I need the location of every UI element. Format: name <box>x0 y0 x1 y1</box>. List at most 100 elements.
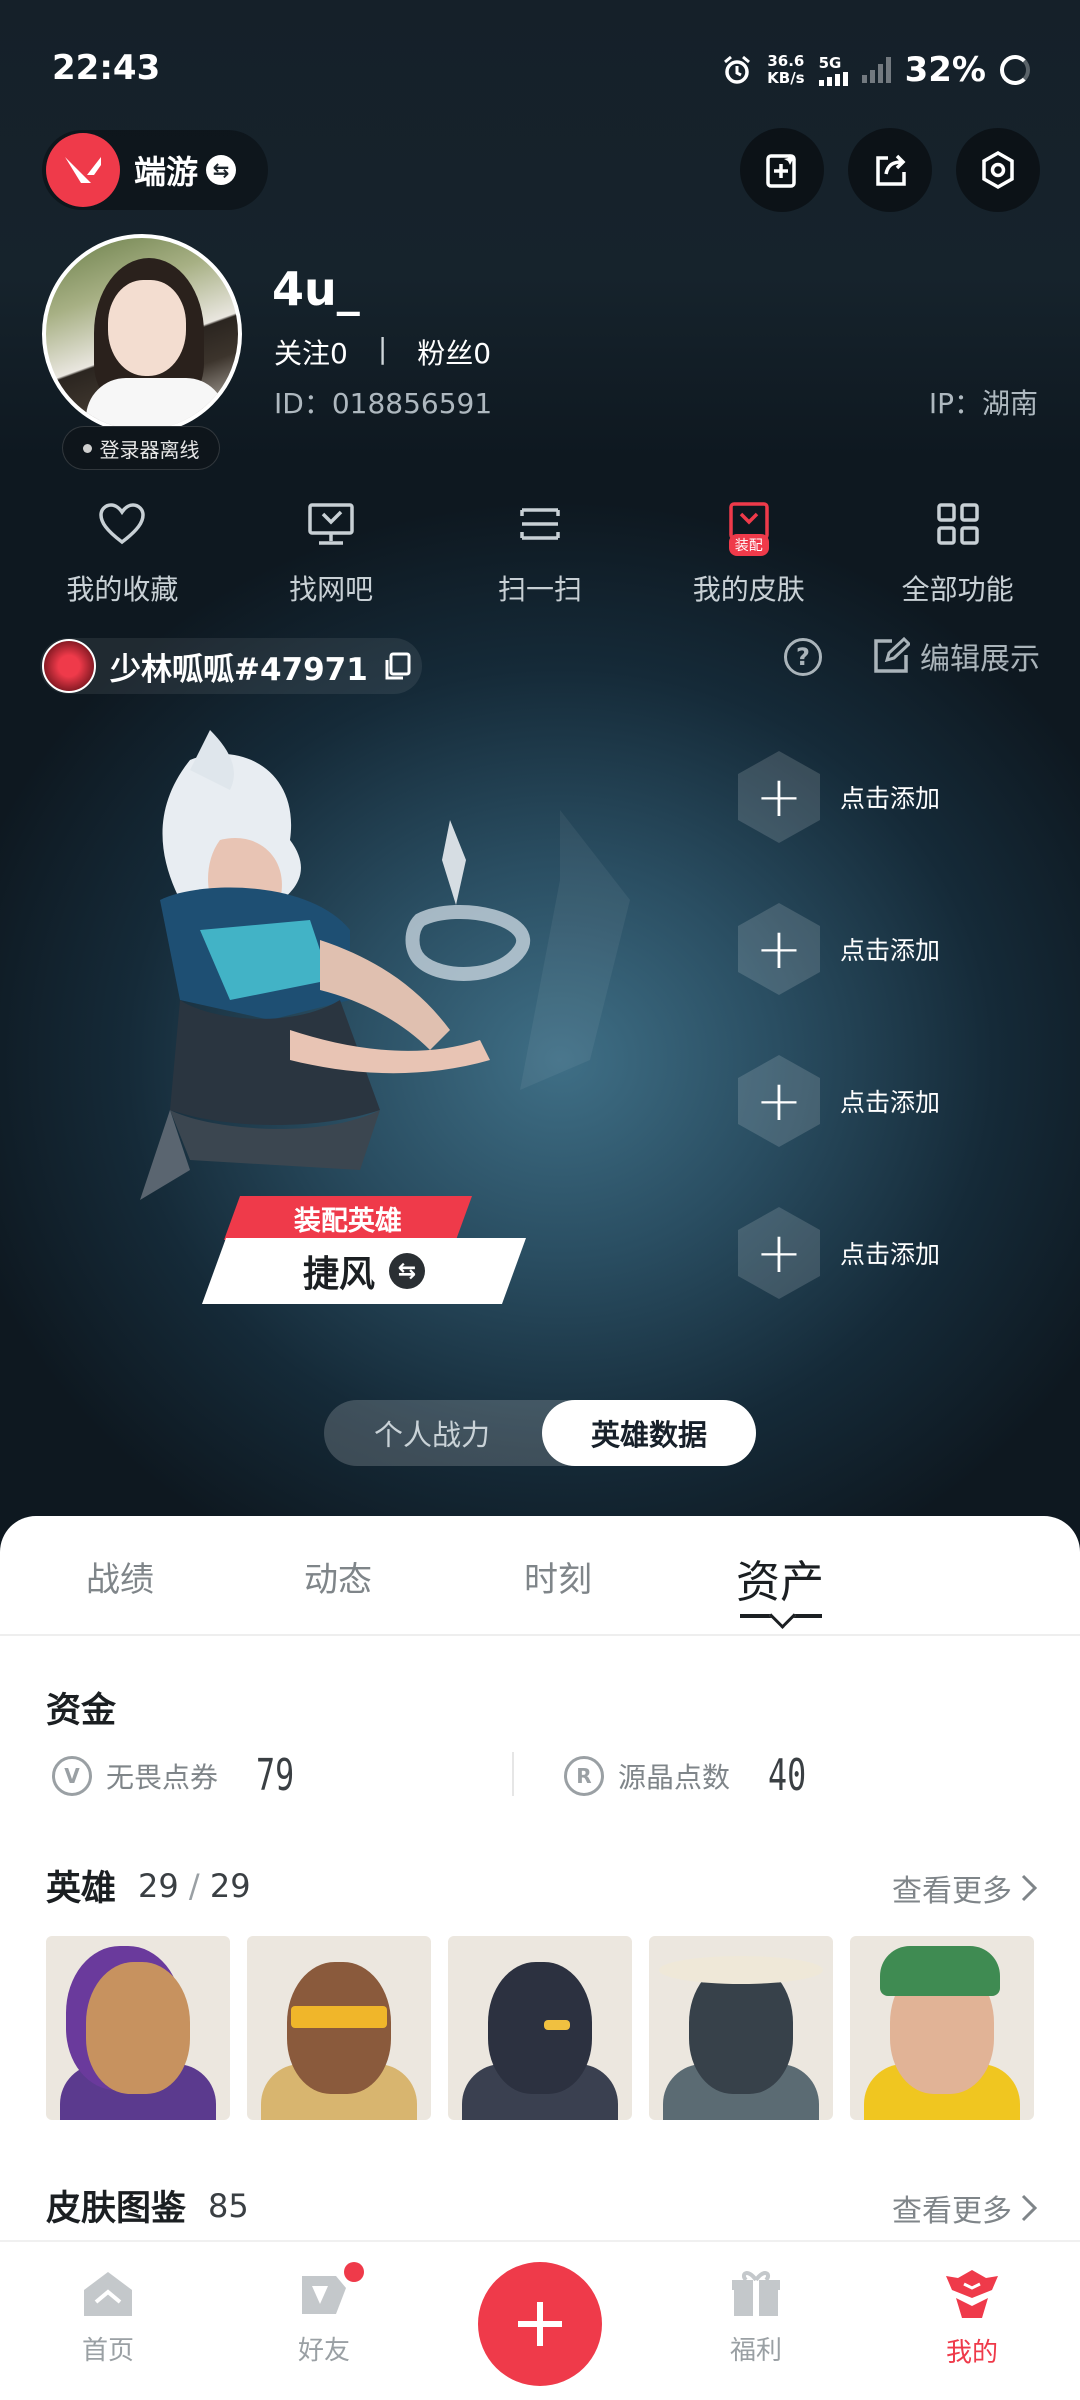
skin-icon: 装配 <box>721 496 777 556</box>
toggle-hero-data[interactable]: 英雄数据 <box>542 1400 756 1466</box>
status-bar: 22:43 36.6 KB/s 5G 32% <box>0 0 1080 140</box>
following-count[interactable]: 关注0 <box>274 332 348 372</box>
equip-hero-label: 装配英雄 <box>223 1196 473 1240</box>
hero-list <box>46 1936 1034 2120</box>
tab-assets[interactable]: 资产 <box>736 1546 824 1610</box>
swap-hero-icon: ⇆ <box>389 1253 425 1289</box>
signal-2-icon <box>861 57 891 83</box>
radianite-value: 40 <box>768 1750 807 1801</box>
tab-bar: 战绩 动态 时刻 资产 <box>0 1516 1080 1636</box>
game-switcher[interactable]: 端游 ⇆ <box>42 130 268 210</box>
gift-icon <box>732 2271 780 2316</box>
valorant-logo-icon <box>46 133 120 207</box>
hero-card[interactable] <box>649 1936 833 2120</box>
add-slot-1[interactable]: + 点击添加 <box>738 751 940 843</box>
net-speed: 36.6 KB/s <box>767 52 805 87</box>
network-type: 5G <box>818 54 842 72</box>
add-slots: + 点击添加 + 点击添加 + 点击添加 + 点击添加 <box>738 751 940 1299</box>
card-add-button[interactable] <box>740 128 824 212</box>
quick-favorites[interactable]: 我的收藏 <box>22 496 222 608</box>
avatar[interactable] <box>42 234 242 434</box>
currency-points: V 无畏点券 79 <box>52 1750 309 1801</box>
share-button[interactable] <box>848 128 932 212</box>
create-post-button[interactable] <box>478 2262 602 2386</box>
quick-functions: 我的收藏 找网吧 扫一扫 装配 我的皮肤 全部功能 <box>0 496 1080 608</box>
nav-welfare[interactable]: 福利 <box>686 2268 826 2367</box>
chevron-right-icon <box>1021 1874 1038 1902</box>
funds-title: 资金 <box>46 1691 117 1731</box>
quick-scan[interactable]: 扫一扫 <box>440 496 640 608</box>
grid-icon <box>930 496 986 552</box>
add-slot-3[interactable]: + 点击添加 <box>738 1055 940 1147</box>
plus-icon <box>518 2302 562 2346</box>
friends-notification-dot <box>344 2262 364 2282</box>
tab-indicator <box>740 1614 822 1618</box>
rank-badge-icon <box>42 639 96 693</box>
swap-icon: ⇆ <box>206 155 237 185</box>
edit-icon <box>874 637 910 673</box>
follow-separator: | <box>377 332 388 365</box>
tab-record[interactable]: 战绩 <box>86 1552 154 1601</box>
settings-button[interactable] <box>956 128 1040 212</box>
points-value: 79 <box>256 1750 295 1801</box>
nav-mine[interactable]: 我的 <box>902 2268 1042 2369</box>
card-add-icon <box>766 154 796 188</box>
equipped-hero[interactable]: 捷风 ⇆ <box>201 1238 527 1304</box>
heart-icon <box>94 496 150 552</box>
hero-card[interactable] <box>46 1936 230 2120</box>
user-id: ID：018856591 <box>274 387 493 420</box>
player-name: 少林呱呱#47971 <box>110 651 368 688</box>
nav-friends[interactable]: 好友 <box>254 2262 394 2367</box>
heroes-see-more[interactable]: 查看更多 <box>892 1866 1038 1910</box>
stats-toggle: 个人战力 英雄数据 <box>324 1400 756 1466</box>
quick-internet-cafe[interactable]: 找网吧 <box>231 496 431 608</box>
status-icons: 36.6 KB/s 5G 32% <box>721 50 1030 90</box>
add-slot-4[interactable]: + 点击添加 <box>738 1207 940 1299</box>
game-name: 端游 <box>134 153 199 191</box>
gear-icon <box>982 150 1014 190</box>
radianite-icon: R <box>564 1755 604 1796</box>
equip-tag: 装配 <box>728 534 769 556</box>
status-dot-icon <box>82 443 92 453</box>
nav-home[interactable]: 首页 <box>38 2268 178 2367</box>
valorant-points-icon: V <box>52 1755 92 1796</box>
add-slot-2[interactable]: + 点击添加 <box>738 903 940 995</box>
tab-moments[interactable]: 时刻 <box>524 1552 592 1601</box>
hero-card[interactable] <box>247 1936 431 2120</box>
plus-icon: + <box>738 1055 820 1147</box>
followers-count[interactable]: 粉丝0 <box>417 332 491 372</box>
ip-location: IP：湖南 <box>928 387 1038 420</box>
plus-icon: + <box>738 751 820 843</box>
signal-icon <box>818 72 848 86</box>
home-icon <box>84 2272 132 2316</box>
heroes-count: 29 / 29 <box>138 1866 251 1905</box>
scan-icon <box>512 496 568 552</box>
plus-icon: + <box>738 1207 820 1299</box>
skins-section-title: 皮肤图鉴 85 <box>46 2186 249 2230</box>
alarm-icon <box>724 55 751 84</box>
quick-my-skins[interactable]: 装配 我的皮肤 <box>649 496 849 608</box>
toggle-personal-power[interactable]: 个人战力 <box>324 1400 540 1466</box>
copy-icon[interactable] <box>382 651 412 681</box>
heroes-section-title: 英雄 29 / 29 <box>46 1866 251 1910</box>
hero-card[interactable] <box>850 1936 1034 2120</box>
skins-count: 85 <box>208 2186 249 2225</box>
login-status-badge: 登录器离线 <box>62 426 220 470</box>
tab-activity[interactable]: 动态 <box>304 1552 372 1601</box>
hero-card[interactable] <box>448 1936 632 2120</box>
player-tag[interactable]: 少林呱呱#47971 <box>40 638 422 694</box>
chevron-right-icon <box>1021 2194 1038 2222</box>
quick-all-functions[interactable]: 全部功能 <box>858 496 1058 608</box>
monitor-icon <box>303 496 359 552</box>
plus-icon: + <box>738 903 820 995</box>
currency-radianite: R 源晶点数 40 <box>564 1750 821 1801</box>
help-icon[interactable]: ? <box>784 638 822 676</box>
friends-icon <box>302 2276 346 2314</box>
top-actions <box>740 128 1040 212</box>
agent-profile-icon <box>946 2270 998 2318</box>
skins-see-more[interactable]: 查看更多 <box>892 2186 1038 2230</box>
battery-ring-icon <box>1000 55 1030 85</box>
username: 4u_ <box>272 262 360 316</box>
status-time: 22:43 <box>52 48 161 88</box>
edit-display-button[interactable]: 编辑展示 <box>872 634 1040 678</box>
